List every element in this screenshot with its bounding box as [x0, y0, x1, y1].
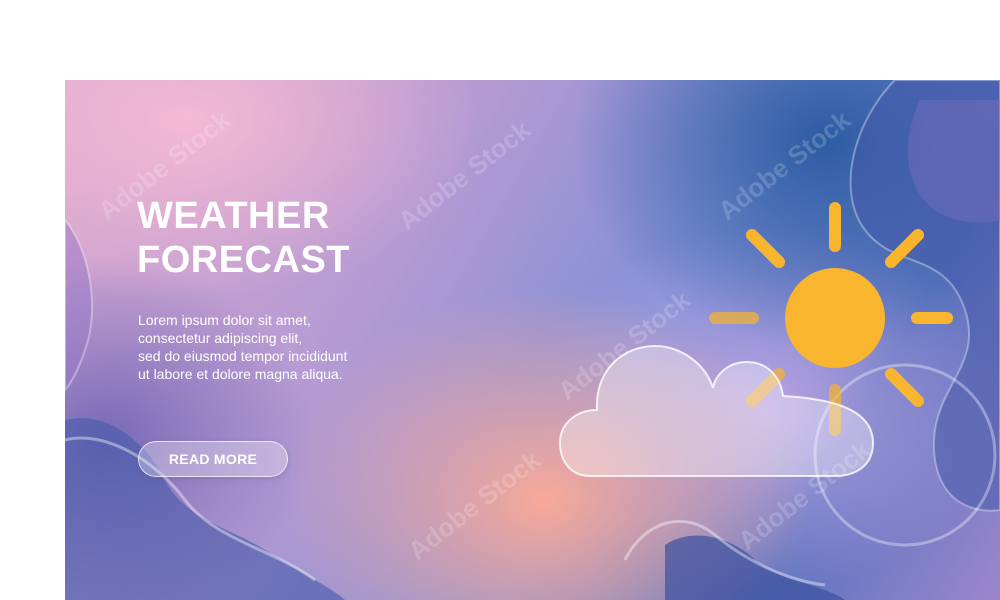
- description-line-2: consectetur adipiscing elit,: [138, 330, 303, 346]
- hero-banner: Adobe Stock Adobe Stock Adobe Stock Adob…: [65, 80, 1000, 600]
- read-more-button[interactable]: READ MORE: [138, 441, 288, 477]
- title-line-1: WEATHER: [137, 195, 330, 237]
- page-title: WEATHER FORECAST: [137, 194, 350, 282]
- description-line-1: Lorem ipsum dolor sit amet,: [138, 312, 311, 328]
- title-line-2: FORECAST: [137, 239, 350, 281]
- description-text: Lorem ipsum dolor sit amet, consectetur …: [138, 311, 347, 383]
- description-line-4: ut labore et dolore magna aliqua.: [138, 366, 343, 382]
- sun-behind-cloud-icon: [558, 202, 953, 477]
- description-line-3: sed do eiusmod tempor incididunt: [138, 348, 348, 364]
